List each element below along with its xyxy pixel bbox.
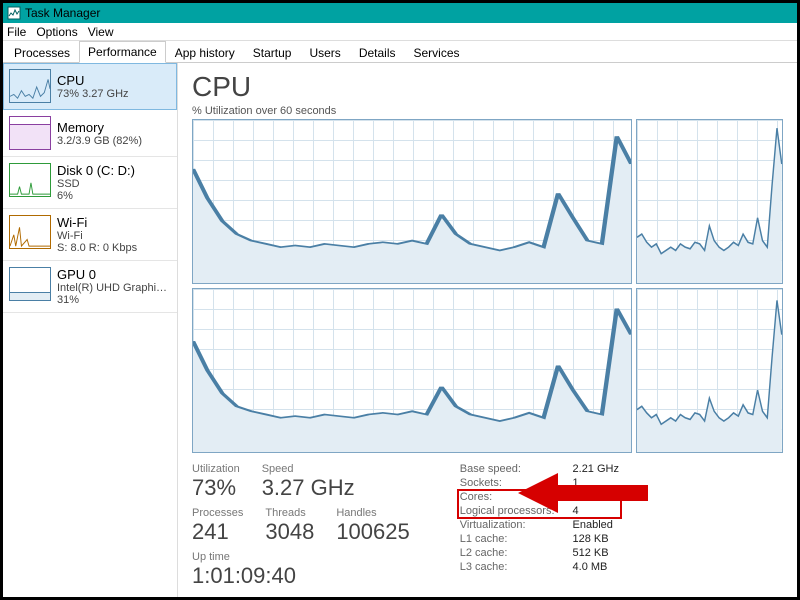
tab-performance[interactable]: Performance [79,41,166,63]
sidebar-item-label: Disk 0 (C: D:) [57,163,135,178]
spec-key: L2 cache: [460,547,555,559]
memory-thumb-icon [9,116,51,150]
spec-value: 4 [573,505,619,517]
cpu-thumb-icon [9,69,51,103]
sidebar-item-wifi[interactable]: Wi-Fi Wi-Fi S: 8.0 R: 0 Kbps [3,209,177,261]
sidebar-item-sub2: S: 8.0 R: 0 Kbps [57,242,137,254]
menu-file[interactable]: File [7,25,26,39]
spec-value: Enabled [573,519,619,531]
spec-value: 128 KB [573,533,619,545]
content: CPU 73% 3.27 GHz Memory 3.2/3.9 GB (82%)… [3,63,797,597]
spec-value: 4.0 MB [573,561,619,573]
page-title: CPU [192,71,783,103]
menubar: File Options View [3,23,797,41]
sidebar-item-sub: Wi-Fi [57,230,137,242]
sidebar-item-disk[interactable]: Disk 0 (C: D:) SSD 6% [3,157,177,209]
spec-key: Base speed: [460,463,555,475]
tab-details[interactable]: Details [350,42,405,63]
spec-key: Cores: [460,491,555,503]
menu-view[interactable]: View [88,25,114,39]
sidebar-item-sub2: 31% [57,294,171,306]
sidebar-item-sub2: 6% [57,190,135,202]
gpu-thumb-icon [9,267,51,301]
uptime-value: 1:01:09:40 [192,563,432,589]
cpu-chart-0b [636,119,783,284]
spec-key: L3 cache: [460,561,555,573]
sidebar-item-label: GPU 0 [57,267,171,282]
tab-startup[interactable]: Startup [244,42,301,63]
spec-value: 1 [573,477,619,489]
sidebar-item-sub: Intel(R) UHD Graphic… [57,282,171,294]
speed-value: 3.27 GHz [262,475,355,501]
window-title: Task Manager [25,6,100,20]
wifi-thumb-icon [9,215,51,249]
processes-value: 241 [192,519,243,545]
main-panel: CPU % Utilization over 60 seconds Utiliz… [178,63,797,597]
sidebar-item-gpu[interactable]: GPU 0 Intel(R) UHD Graphic… 31% [3,261,177,313]
sidebar: CPU 73% 3.27 GHz Memory 3.2/3.9 GB (82%)… [3,63,178,597]
cpu-chart-1a [192,288,632,453]
spec-key: Logical processors: [460,505,555,517]
sidebar-item-sub: 3.2/3.9 GB (82%) [57,135,142,147]
disk-thumb-icon [9,163,51,197]
sidebar-item-sub: SSD [57,178,135,190]
cpu-charts [192,119,783,453]
titlebar: Task Manager [3,3,797,23]
menu-options[interactable]: Options [36,25,77,39]
cpu-details: Utilization 73% Speed 3.27 GHz Processes… [192,463,783,589]
tab-processes[interactable]: Processes [5,42,79,63]
sidebar-item-sub: 73% 3.27 GHz [57,88,129,100]
cpu-spec-list: Base speed: 2.21 GHz Sockets: 1 Cores: 2 Logic… [460,463,619,573]
spec-value: 2.21 GHz [573,463,619,475]
sidebar-item-label: CPU [57,73,129,88]
spec-key: L1 cache: [460,533,555,545]
handles-value: 100625 [336,519,409,545]
chart-caption: % Utilization over 60 seconds [192,105,783,117]
app-icon [7,6,21,20]
utilization-label: Utilization [192,463,240,475]
cpu-chart-0a [192,119,632,284]
tab-services[interactable]: Services [405,42,469,63]
sidebar-item-cpu[interactable]: CPU 73% 3.27 GHz [3,63,177,110]
sidebar-item-label: Wi-Fi [57,215,137,230]
speed-label: Speed [262,463,355,475]
spec-value: 2 [573,491,619,503]
spec-key: Virtualization: [460,519,555,531]
spec-key: Sockets: [460,477,555,489]
tab-users[interactable]: Users [300,42,349,63]
tabstrip: Processes Performance App history Startu… [3,41,797,63]
sidebar-item-memory[interactable]: Memory 3.2/3.9 GB (82%) [3,110,177,157]
tab-app-history[interactable]: App history [166,42,244,63]
cpu-chart-1b [636,288,783,453]
processes-label: Processes [192,507,243,519]
sidebar-item-label: Memory [57,120,142,135]
threads-label: Threads [265,507,314,519]
spec-value: 512 KB [573,547,619,559]
utilization-value: 73% [192,475,240,501]
uptime-label: Up time [192,551,432,563]
threads-value: 3048 [265,519,314,545]
handles-label: Handles [336,507,409,519]
